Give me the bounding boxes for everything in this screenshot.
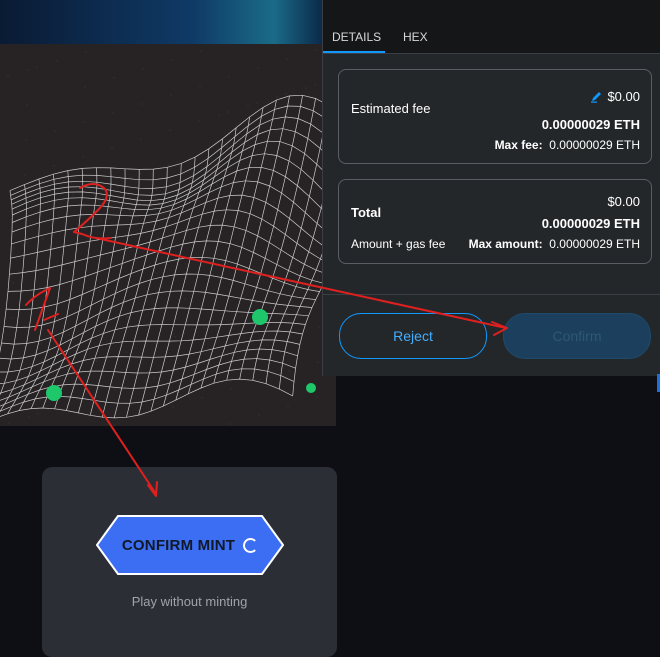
- wallet-confirmation-popup: DETAILS HEX Estimated fee $0.00 0.000000…: [322, 0, 660, 376]
- max-fee-label: Max fee:: [494, 138, 543, 152]
- tab-bar: DETAILS HEX: [323, 20, 660, 54]
- max-amount-label: Max amount:: [468, 237, 543, 251]
- total-label: Total: [351, 205, 382, 220]
- estimated-fee-usd: $0.00: [590, 89, 640, 106]
- green-dot: [46, 385, 62, 401]
- total-eth-value: 0.00000029 ETH: [541, 216, 640, 231]
- reject-button[interactable]: Reject: [339, 313, 487, 359]
- fee-eth-value: 0.00000029 ETH: [541, 117, 640, 132]
- edit-gas-pencil-icon[interactable]: [590, 90, 603, 106]
- active-tab-indicator: [323, 51, 385, 53]
- green-dot: [306, 383, 316, 393]
- mint-card: CONFIRM MINT Play without minting: [42, 467, 337, 657]
- tab-details[interactable]: DETAILS: [332, 30, 381, 44]
- green-dot: [252, 309, 268, 325]
- confirm-button[interactable]: Confirm: [503, 313, 651, 359]
- fee-usd-value: $0.00: [607, 89, 640, 104]
- max-amount-value: 0.00000029 ETH: [549, 237, 640, 251]
- confirm-mint-label: CONFIRM MINT: [121, 536, 236, 554]
- footer-divider: [323, 294, 660, 295]
- total-sub-label: Amount + gas fee: [351, 237, 446, 251]
- nft-artwork: [0, 44, 336, 426]
- estimated-fee-box: Estimated fee $0.00 0.00000029 ETH Max f…: [338, 69, 652, 164]
- popup-top-strip: [323, 0, 660, 20]
- total-usd-value: $0.00: [607, 194, 640, 209]
- max-fee-row: Max fee: 0.00000029 ETH: [495, 138, 640, 152]
- max-amount-row: Max amount: 0.00000029 ETH: [469, 237, 640, 251]
- play-without-minting-link[interactable]: Play without minting: [42, 594, 337, 609]
- max-fee-value: 0.00000029 ETH: [549, 138, 640, 152]
- loading-spinner-icon: [243, 537, 259, 553]
- estimated-fee-label: Estimated fee: [351, 101, 431, 116]
- total-box: Total Amount + gas fee $0.00 0.00000029 …: [338, 179, 652, 264]
- confirm-mint-button[interactable]: CONFIRM MINT: [96, 515, 284, 575]
- wireframe-terrain-image: [0, 44, 336, 426]
- tab-hex[interactable]: HEX: [403, 30, 428, 44]
- header-banner: [0, 0, 322, 44]
